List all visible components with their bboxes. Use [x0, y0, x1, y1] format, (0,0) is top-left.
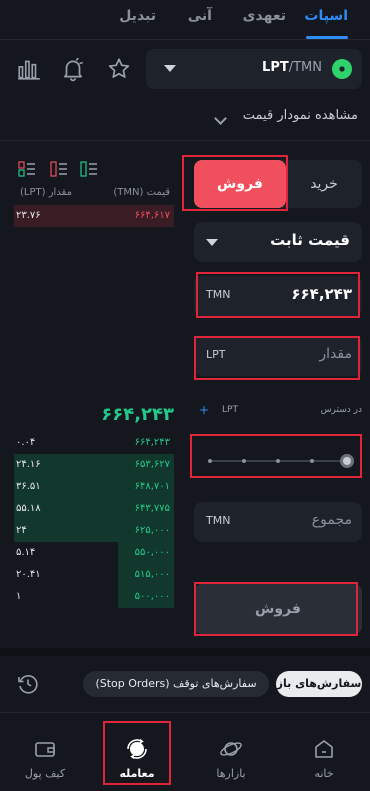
row-amount: ۳۶.۵۱ [16, 481, 41, 492]
side-toggle: فروش خرید [194, 160, 362, 208]
row-amount: ۵۵.۱۸ [16, 503, 41, 514]
quote-symbol: /TMN [288, 60, 322, 75]
slider-step[interactable] [242, 459, 246, 463]
row-price: ۶۴۳,۷۷۵ [134, 503, 170, 514]
chart-bars-icon[interactable] [16, 56, 42, 82]
tab-instant[interactable]: آنی [188, 8, 212, 24]
bid-row[interactable]: ۶۴۳,۷۷۵ ۵۵.۱۸ [14, 498, 174, 520]
bid-row[interactable]: ۶۵۳,۶۲۷ ۲۴.۱۶ [14, 454, 174, 476]
orderbook-buy-view-icon[interactable] [80, 161, 98, 177]
order-type-select[interactable]: قیمت ثابت [194, 222, 362, 262]
sell-submit-button[interactable]: فروش [194, 584, 362, 634]
nav-markets[interactable]: بازارها [194, 713, 268, 791]
sell-tab-button[interactable]: فروش [194, 160, 286, 208]
stop-orders-tab[interactable]: سفارش‌های توقف (Stop Orders) [83, 671, 269, 697]
bid-row[interactable]: ۵۱۵,۰۰۰ ۲۰.۴۱ [14, 564, 174, 586]
total-placeholder: مجموع [311, 512, 352, 528]
available-label: در دسترس [320, 405, 362, 415]
amount-placeholder: مقدار [319, 346, 352, 362]
history-icon[interactable] [16, 672, 40, 696]
bid-row[interactable]: ۶۴۸,۷۰۱ ۳۶.۵۱ [14, 476, 174, 498]
chevron-down-icon [206, 239, 218, 246]
price-field[interactable]: TMN ۶۶۴,۲۴۳ [194, 276, 362, 316]
row-price: ۶۶۴,۶۱۷ [134, 210, 170, 221]
plus-icon[interactable]: + [199, 404, 211, 416]
row-amount: ۵.۱۴ [16, 547, 36, 558]
orderbook-sell-view-icon[interactable] [50, 161, 68, 177]
row-amount: ۰.۰۴ [16, 437, 36, 448]
home-icon [312, 737, 336, 761]
bid-row[interactable]: ۵۵۰,۰۰۰ ۵.۱۴ [14, 542, 174, 564]
row-price: ۵۱۵,۰۰۰ [134, 569, 170, 580]
livepeer-icon [332, 59, 352, 79]
last-price: ۶۶۴,۲۴۳ [101, 404, 174, 425]
slider-handle[interactable] [340, 454, 354, 468]
row-amount: ۲۴.۱۶ [16, 459, 41, 470]
nav-trade[interactable]: معامله [100, 713, 174, 791]
nav-label: بازارها [216, 767, 246, 780]
tab-futures[interactable]: تعهدی [243, 8, 286, 24]
top-tab-bar: اسپات تعهدی آنی تبدیل [0, 0, 370, 40]
slider-step[interactable] [276, 459, 280, 463]
bell-alert-icon[interactable] [60, 56, 86, 82]
chevron-down-icon [214, 112, 227, 125]
price-unit: TMN [206, 288, 231, 301]
wallet-icon [33, 737, 57, 761]
orderbook-price-header: قیمت (TMN) [113, 187, 170, 198]
slider-step[interactable] [310, 459, 314, 463]
nav-label: معامله [119, 767, 155, 780]
orderbook-amount-header: مقدار (LPT) [20, 187, 72, 198]
row-price: ۶۵۳,۶۲۷ [134, 459, 170, 470]
amount-unit: LPT [206, 348, 226, 361]
nav-label: کیف پول [24, 767, 66, 780]
ask-row[interactable]: ۶۶۴,۶۱۷ ۲۳.۷۶ [14, 205, 174, 227]
nav-label: خانه [314, 767, 334, 780]
chevron-down-icon [164, 65, 176, 72]
amount-field[interactable]: LPT مقدار [194, 336, 362, 376]
buy-tab-button[interactable]: خرید [286, 160, 362, 208]
order-type-value: قیمت ثابت [270, 231, 350, 249]
bid-row[interactable]: ۶۶۴,۲۴۳ ۰.۰۴ [14, 432, 174, 454]
row-amount: ۲۴ [16, 525, 27, 536]
row-price: ۵۵۰,۰۰۰ [134, 547, 170, 558]
tab-convert[interactable]: تبدیل [119, 8, 156, 24]
row-amount: ۲۳.۷۶ [16, 210, 41, 221]
nav-wallet[interactable]: کیف پول [8, 713, 82, 791]
market-pair: LPT/TMN [262, 60, 322, 75]
row-price: ۶۴۸,۷۰۱ [134, 481, 170, 492]
bottom-navigation: خانه بازارها معامله کیف پول [0, 712, 370, 791]
amount-percent-slider[interactable] [194, 440, 362, 482]
planet-icon [219, 737, 243, 761]
bid-row[interactable]: ۶۲۵,۰۰۰ ۲۴ [14, 520, 174, 542]
price-value: ۶۶۴,۲۴۳ [291, 285, 352, 303]
market-selector[interactable]: LPT/TMN [146, 49, 362, 89]
active-tab-indicator [306, 36, 348, 39]
row-price: ۶۶۴,۲۴۳ [134, 437, 170, 448]
slider-step[interactable] [208, 459, 212, 463]
bid-row[interactable]: ۵۰۰,۰۰۰ ۱ [14, 586, 174, 608]
star-icon[interactable] [106, 56, 132, 82]
row-price: ۵۰۰,۰۰۰ [134, 591, 170, 602]
row-amount: ۱ [16, 591, 22, 602]
row-price: ۶۲۵,۰۰۰ [134, 525, 170, 536]
section-divider [0, 648, 370, 656]
total-unit: TMN [206, 514, 231, 527]
nav-home[interactable]: خانه [287, 713, 361, 791]
tab-spot[interactable]: اسپات [304, 8, 348, 24]
trade-icon [125, 737, 149, 761]
price-chart-toggle[interactable]: مشاهده نمودار قیمت [243, 108, 358, 123]
total-field[interactable]: TMN مجموع [194, 502, 362, 542]
base-symbol: LPT [262, 60, 289, 75]
open-orders-tab[interactable]: سفارش‌های باز [276, 671, 362, 697]
divider [0, 140, 370, 141]
available-unit: LPT [222, 405, 238, 415]
row-amount: ۲۰.۴۱ [16, 569, 41, 580]
orderbook-both-view-icon[interactable] [18, 161, 36, 177]
